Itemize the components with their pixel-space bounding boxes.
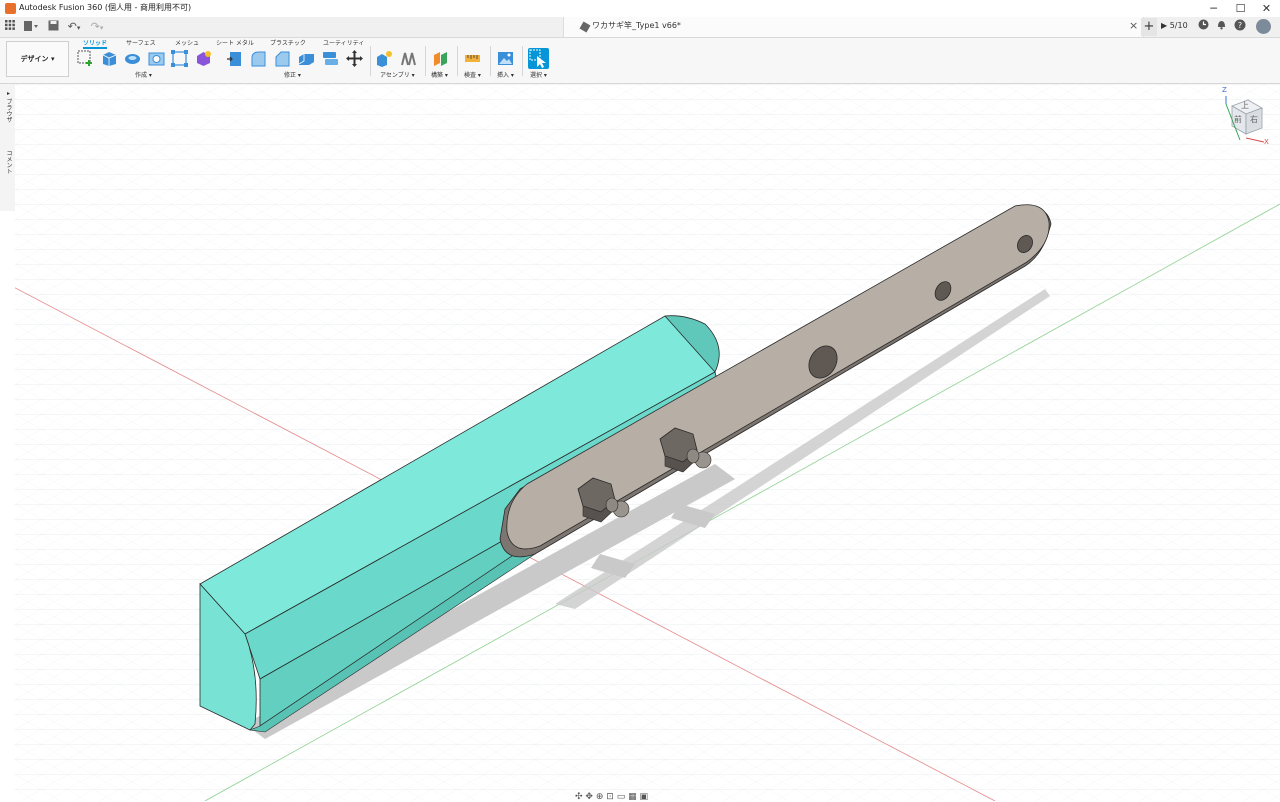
browser-panel: ▸ ブラウザ コメント — [0, 84, 16, 211]
viewcube-front[interactable]: 前 — [1234, 114, 1242, 125]
job-status[interactable]: ▶ 5/10 — [1161, 21, 1188, 30]
new-tab-button[interactable]: + — [1141, 18, 1157, 36]
viewcube-right[interactable]: 右 — [1250, 114, 1258, 125]
user-avatar[interactable] — [1256, 19, 1271, 34]
tab-mesh[interactable]: メッシュ — [175, 38, 199, 47]
assemble-menu[interactable]: アセンブリ ▾ — [380, 70, 415, 79]
tab-plastic[interactable]: プラスチック — [270, 38, 306, 47]
fillet-icon[interactable] — [250, 50, 267, 67]
select-icon[interactable] — [528, 48, 549, 69]
toolbar-divider — [425, 46, 426, 76]
collapse-icon: ▸ — [5, 90, 12, 99]
pattern-icon[interactable] — [171, 50, 188, 67]
fusion-logo-icon — [5, 3, 16, 14]
toolbar-divider — [457, 46, 458, 76]
grid-icon[interactable] — [4, 20, 16, 34]
offset-plane-icon[interactable] — [432, 50, 449, 67]
form-icon[interactable] — [195, 50, 212, 67]
undo-icon[interactable]: ↶▾ — [64, 20, 84, 34]
minimize-button[interactable]: ─ — [1200, 0, 1227, 17]
viewcube-top[interactable]: 上 — [1241, 100, 1249, 111]
create-sketch-icon[interactable] — [77, 50, 94, 67]
close-window-button[interactable]: ✕ — [1253, 0, 1280, 17]
file-icon[interactable] — [22, 20, 40, 34]
svg-text:?: ? — [1238, 21, 1242, 30]
save-icon[interactable] — [46, 20, 60, 34]
revolve-icon[interactable] — [124, 50, 141, 67]
modify-menu[interactable]: 修正 ▾ — [284, 70, 301, 79]
measure-icon[interactable] — [464, 50, 481, 67]
tab-utility[interactable]: ユーティリティ — [323, 38, 364, 47]
toolbar-divider — [370, 46, 371, 76]
joint-icon[interactable] — [400, 50, 417, 67]
component-icon — [579, 21, 591, 33]
redo-icon[interactable]: ↷▾ — [87, 20, 107, 34]
bell-icon[interactable] — [1214, 19, 1228, 33]
shell-icon[interactable] — [298, 50, 315, 67]
ribbon-toolbar: デザイン ▾ ソリッド サーフェス メッシュ シート メタル プラスチック ユー… — [0, 38, 1280, 84]
hole-icon[interactable] — [148, 50, 165, 67]
close-tab-button[interactable]: × — [1129, 19, 1138, 32]
press-pull-icon[interactable] — [226, 50, 243, 67]
document-tab[interactable]: ワカサギ竿_Type1 v66* × — [563, 17, 1144, 37]
document-tab-bar: ↶▾ ↷▾ ワカサギ竿_Type1 v66* × + ▶ 5/10 ? — [0, 17, 1280, 38]
3d-viewport[interactable]: Z X 上 前 右 — [15, 84, 1280, 801]
x-axis-label: X — [1264, 138, 1269, 146]
viewcube[interactable]: Z X 上 前 右 — [1210, 86, 1270, 152]
maximize-button[interactable]: ☐ — [1227, 0, 1254, 17]
workspace-switcher[interactable]: デザイン ▾ — [6, 41, 69, 77]
select-menu[interactable]: 選択 ▾ — [530, 70, 547, 79]
app-title: Autodesk Fusion 360 (個人用 - 商用利用不可) — [19, 3, 192, 12]
job-count: 5/10 — [1169, 21, 1188, 30]
z-axis-label: Z — [1222, 86, 1227, 94]
jobs-icon: ▶ — [1161, 21, 1168, 30]
browser-label: ブラウザ — [5, 98, 12, 123]
document-title: ワカサギ竿_Type1 v66* — [592, 21, 681, 30]
new-component-icon[interactable] — [376, 50, 393, 67]
tab-sheet-metal[interactable]: シート メタル — [216, 38, 254, 47]
inspect-menu[interactable]: 検査 ▾ — [464, 70, 481, 79]
create-menu[interactable]: 作成 ▾ — [135, 70, 152, 79]
browser-tab[interactable]: ▸ ブラウザ — [4, 90, 13, 123]
move-icon[interactable] — [346, 50, 363, 67]
title-bar: Autodesk Fusion 360 (個人用 - 商用利用不可) ─ ☐ ✕ — [0, 0, 1280, 18]
toolbar-divider — [522, 46, 523, 76]
help-icon[interactable]: ? — [1233, 19, 1247, 33]
construct-menu[interactable]: 構築 ▾ — [431, 70, 448, 79]
insert-menu[interactable]: 挿入 ▾ — [497, 70, 514, 79]
comments-tab[interactable]: コメント — [4, 150, 13, 174]
tab-surface[interactable]: サーフェス — [126, 38, 156, 47]
combine-icon[interactable] — [322, 50, 339, 67]
toolbar-divider — [490, 46, 491, 76]
clock-icon[interactable] — [1196, 19, 1210, 33]
tab-solid[interactable]: ソリッド — [83, 38, 108, 49]
chamfer-icon[interactable] — [274, 50, 291, 67]
insert-image-icon[interactable] — [497, 50, 514, 67]
extrude-icon[interactable] — [101, 50, 118, 67]
